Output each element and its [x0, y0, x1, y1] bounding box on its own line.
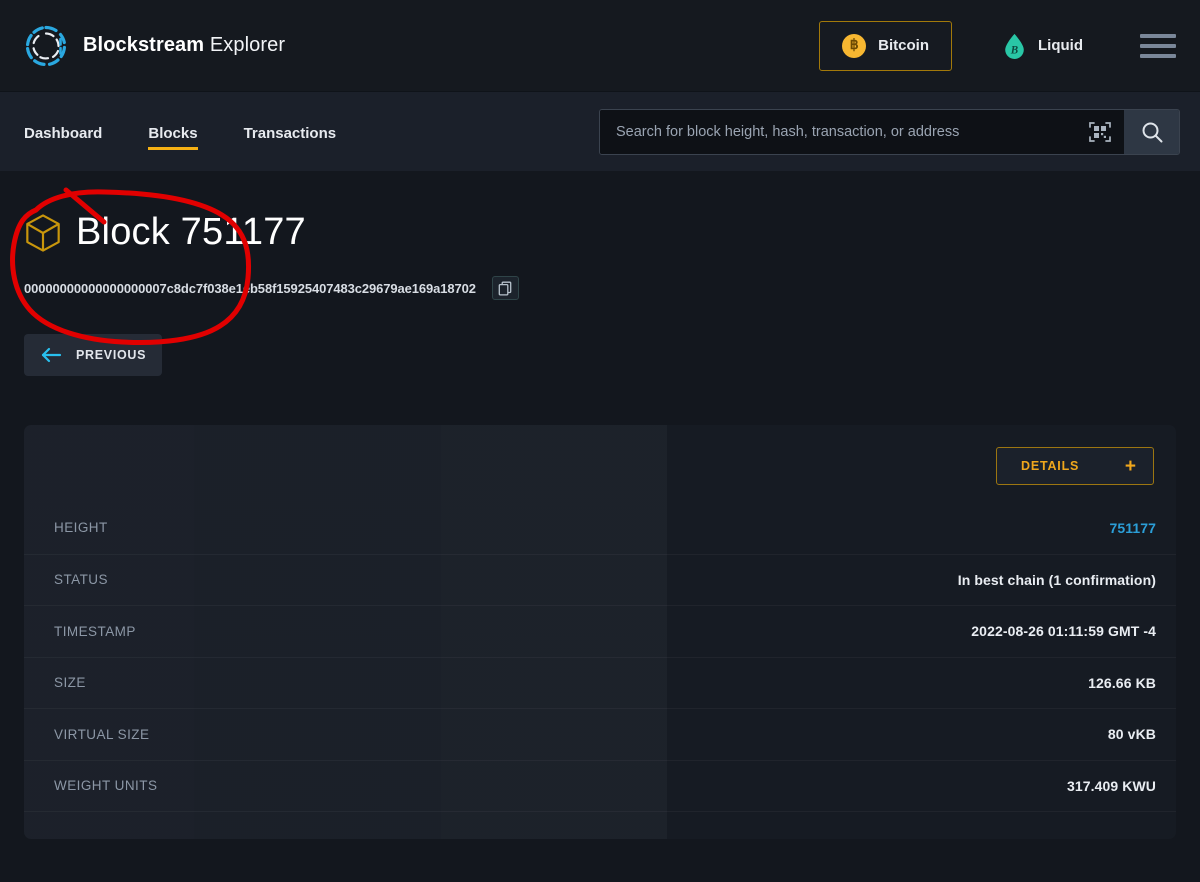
- table-row: VIRTUAL SIZE 80 vKB: [24, 708, 1176, 760]
- network-label-bitcoin: Bitcoin: [878, 37, 929, 54]
- top-bar: Blockstream Explorer ฿ Bitcoin B Liquid: [0, 0, 1200, 92]
- qr-scan-icon[interactable]: [1088, 120, 1112, 144]
- hamburger-bar: [1140, 43, 1176, 48]
- main-content: Block 751177 00000000000000000007c8dc7f0…: [0, 171, 1200, 839]
- search-button[interactable]: [1124, 109, 1179, 154]
- plus-icon: +: [1124, 455, 1136, 477]
- block-hash-row: 00000000000000000007c8dc7f038e1eb58f1592…: [24, 276, 1176, 300]
- hamburger-menu-icon[interactable]: [1140, 33, 1176, 58]
- previous-block-button[interactable]: PREVIOUS: [24, 334, 162, 376]
- search-field[interactable]: [600, 109, 1124, 154]
- table-row: SIZE 126.66 KB: [24, 656, 1176, 709]
- row-label-virtual-size: VIRTUAL SIZE: [54, 726, 150, 742]
- details-rows: HEIGHT 751177 STATUS In best chain (1 co…: [24, 502, 1176, 825]
- details-toggle-label: DETAILS: [1021, 459, 1080, 473]
- page-title: Block 751177: [76, 211, 306, 253]
- network-switcher: ฿ Bitcoin B Liquid: [819, 20, 1106, 72]
- previous-block-label: PREVIOUS: [76, 348, 147, 362]
- table-row: TIMESTAMP 2022-08-26 01:11:59 GMT -4: [24, 605, 1176, 657]
- network-label-liquid: Liquid: [1038, 37, 1083, 54]
- brand-name: Blockstream Explorer: [83, 34, 285, 57]
- block-details-card: DETAILS + HEIGHT 751177 STATUS In best c…: [24, 425, 1176, 839]
- brand-name-bold: Blockstream: [83, 34, 205, 56]
- brand-logo[interactable]: Blockstream Explorer: [22, 22, 285, 70]
- nav-bar: Dashboard Blocks Transactions: [0, 92, 1200, 171]
- row-value-timestamp: 2022-08-26 01:11:59 GMT -4: [971, 623, 1156, 640]
- network-button-bitcoin[interactable]: ฿ Bitcoin: [819, 20, 952, 71]
- nav-link-transactions[interactable]: Transactions: [244, 92, 337, 171]
- hamburger-bar: [1140, 33, 1176, 38]
- copy-hash-button[interactable]: [491, 276, 519, 300]
- page-title-row: Block 751177: [24, 171, 1176, 254]
- network-button-liquid[interactable]: B Liquid: [980, 20, 1106, 72]
- table-row: WEIGHT UNITS 317.409 KWU: [24, 759, 1176, 812]
- table-row: HEIGHT 751177: [24, 502, 1176, 554]
- search-bar: [599, 108, 1180, 155]
- row-label-weight-units: WEIGHT UNITS: [54, 778, 158, 794]
- row-value-height[interactable]: 751177: [1109, 520, 1156, 536]
- svg-text:B: B: [1010, 44, 1018, 56]
- bitcoin-coin-icon: ฿: [842, 33, 867, 58]
- row-value-size: 126.66 KB: [1088, 674, 1156, 691]
- search-input[interactable]: [616, 123, 1088, 140]
- copy-icon: [499, 281, 512, 296]
- blockstream-ring-logo-icon: [26, 25, 66, 66]
- block-hash: 00000000000000000007c8dc7f038e1eb58f1592…: [24, 280, 476, 296]
- liquid-droplet-icon: B: [1005, 33, 1024, 59]
- row-label-status: STATUS: [54, 572, 108, 588]
- row-value-weight-units: 317.409 KWU: [1066, 777, 1156, 794]
- row-label-size: SIZE: [54, 675, 86, 691]
- row-value-status: In best chain (1 confirmation): [957, 571, 1156, 588]
- nav-links: Dashboard Blocks Transactions: [24, 92, 336, 171]
- nav-link-blocks[interactable]: Blocks: [148, 92, 198, 171]
- table-row: STATUS In best chain (1 confirmation): [24, 553, 1176, 606]
- brand-name-light: Explorer: [209, 34, 286, 56]
- search-icon: [1142, 122, 1162, 142]
- nav-link-dashboard[interactable]: Dashboard: [24, 92, 102, 171]
- row-label-height: HEIGHT: [54, 520, 108, 536]
- details-rows-footer: [24, 811, 1176, 825]
- details-card-header: DETAILS +: [24, 425, 1176, 485]
- row-value-virtual-size: 80 vKB: [1107, 726, 1156, 743]
- details-toggle-button[interactable]: DETAILS +: [996, 447, 1154, 485]
- hamburger-bar: [1140, 53, 1176, 58]
- row-label-timestamp: TIMESTAMP: [54, 623, 136, 639]
- cube-icon: [26, 213, 60, 252]
- arrow-left-icon: [41, 347, 62, 363]
